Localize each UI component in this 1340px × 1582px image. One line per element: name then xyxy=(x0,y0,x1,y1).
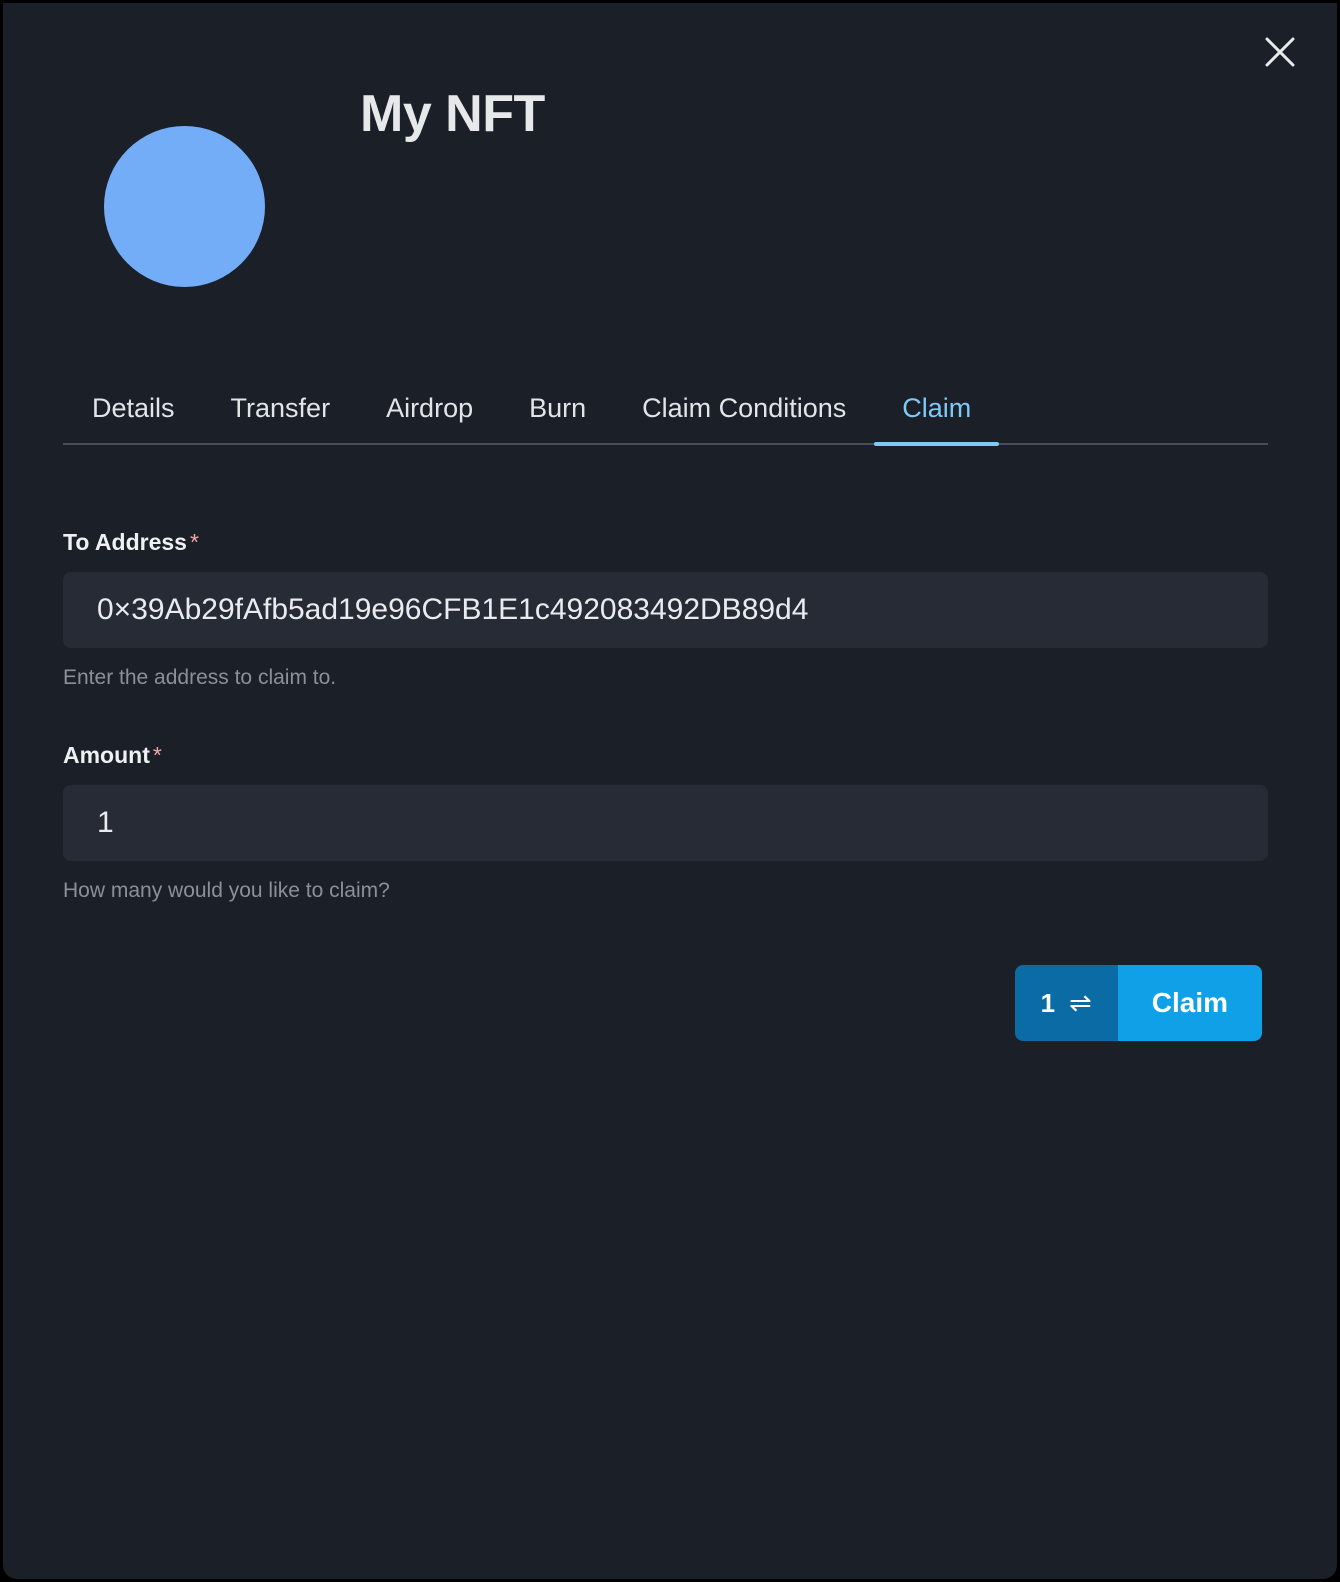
tab-claim[interactable]: Claim xyxy=(874,395,1000,446)
network-switch-button[interactable]: 1 ⇌ xyxy=(1014,965,1118,1041)
to-address-input[interactable] xyxy=(63,572,1268,648)
to-address-helper: Enter the address to claim to. xyxy=(63,666,337,689)
to-address-label-text: To Address xyxy=(63,529,187,555)
network-id-label: 1 xyxy=(1040,987,1056,1018)
tab-airdrop[interactable]: Airdrop xyxy=(358,395,501,444)
amount-label: Amount * xyxy=(63,744,1268,767)
tab-claim-conditions[interactable]: Claim Conditions xyxy=(614,395,874,444)
tab-list: Details Transfer Airdrop Burn Claim Cond… xyxy=(63,395,1268,446)
tabs-container: Details Transfer Airdrop Burn Claim Cond… xyxy=(63,395,1268,446)
field-spacer xyxy=(63,688,1268,744)
claim-form: To Address* Enter the address to claim t… xyxy=(63,531,1268,901)
tab-details[interactable]: Details xyxy=(63,395,203,444)
required-marker: * xyxy=(152,742,162,768)
required-marker: * xyxy=(189,529,199,555)
page-title: My NFT xyxy=(360,85,545,143)
swap-arrows-icon: ⇌ xyxy=(1069,987,1092,1018)
amount-field-group: Amount* How many would you like to claim… xyxy=(63,744,1268,901)
amount-label-text: Amount xyxy=(63,742,150,768)
action-button-group: 1 ⇌ Claim xyxy=(1014,965,1262,1041)
amount-helper: How many would you like to claim? xyxy=(63,879,390,902)
tab-transfer[interactable]: Transfer xyxy=(203,395,359,444)
modal-header: My NFT xyxy=(3,3,1337,333)
claim-button[interactable]: Claim xyxy=(1117,965,1262,1041)
to-address-field-group: To Address* Enter the address to claim t… xyxy=(63,531,1268,688)
tab-burn[interactable]: Burn xyxy=(501,395,614,444)
to-address-label: To Address * xyxy=(63,531,1268,554)
nft-modal: My NFT Details Transfer Airdrop Burn Cla… xyxy=(3,3,1337,1579)
amount-input[interactable] xyxy=(63,785,1268,861)
avatar xyxy=(104,126,265,287)
